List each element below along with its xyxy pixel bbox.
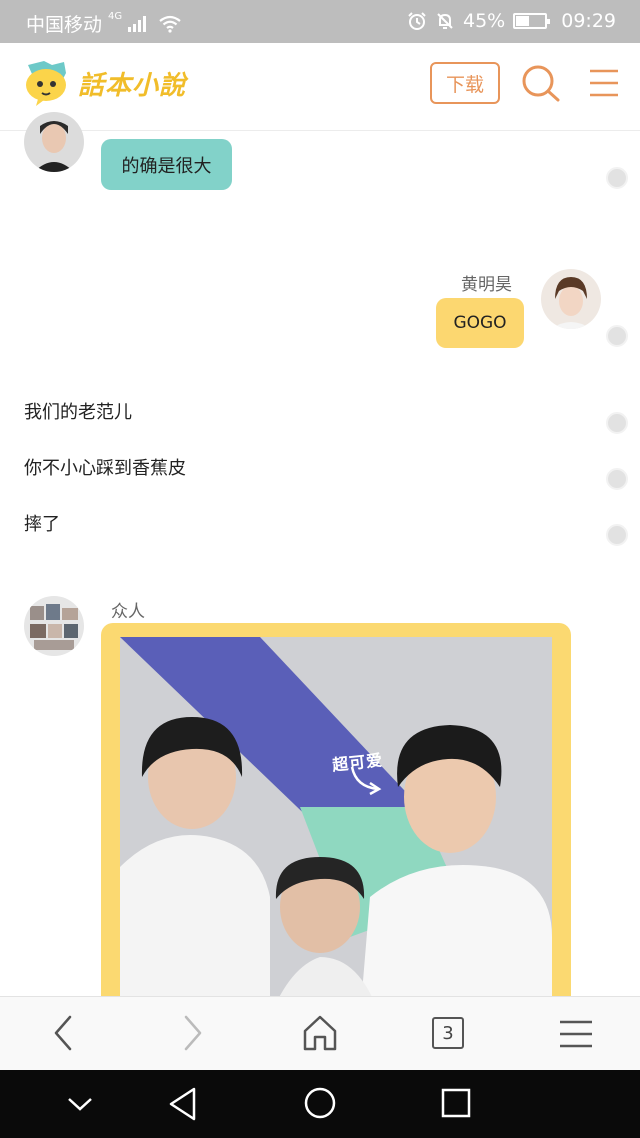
chat-bubble: GOGO: [436, 298, 524, 348]
avatar[interactable]: [24, 596, 84, 656]
mute-bell-icon: [437, 13, 453, 29]
logo[interactable]: 話本小說: [22, 59, 186, 107]
sender-name: 黄明昊: [461, 275, 512, 295]
signal-icon: [128, 15, 147, 32]
carrier-name: 中国移动: [26, 14, 103, 36]
avatar[interactable]: [24, 112, 84, 172]
clock: 09:29: [561, 10, 616, 32]
tab-count: 3: [442, 1022, 454, 1044]
comment-dot[interactable]: [606, 412, 628, 434]
narration-text: 我们的老范儿: [24, 402, 132, 423]
comment-dot[interactable]: [606, 468, 628, 490]
system-nav-bar: [0, 1070, 640, 1138]
comment-dot[interactable]: [606, 325, 628, 347]
comment-dot[interactable]: [606, 524, 628, 546]
sender-name: 众人: [111, 602, 145, 622]
logo-text: 話本小說: [78, 70, 187, 101]
nav-back-icon[interactable]: [167, 1086, 199, 1122]
back-icon[interactable]: [48, 1013, 78, 1053]
wifi-icon: [159, 15, 181, 33]
nav-recents-icon[interactable]: [440, 1086, 472, 1120]
network-type: 4G: [108, 11, 123, 22]
home-icon[interactable]: [302, 1013, 338, 1053]
narration-text: 摔了: [24, 514, 60, 535]
menu-icon[interactable]: [558, 1019, 594, 1049]
comment-dot[interactable]: [606, 167, 628, 189]
shared-image[interactable]: 超可爱: [120, 637, 552, 1017]
collapse-icon[interactable]: [66, 1094, 94, 1114]
menu-icon[interactable]: [588, 67, 620, 99]
tabs-button[interactable]: 3: [432, 1017, 464, 1049]
download-button[interactable]: 下载: [430, 62, 500, 104]
search-icon[interactable]: [521, 63, 561, 103]
forward-icon[interactable]: [178, 1013, 208, 1053]
alarm-icon: [408, 12, 426, 30]
browser-toolbar: 3: [0, 996, 640, 1070]
status-bar: 中国移动 4G 45% 09:29: [0, 0, 640, 43]
battery-percent: 45%: [463, 10, 506, 32]
narration-text: 你不小心踩到香蕉皮: [24, 458, 186, 479]
chat-bubble: 的确是很大: [101, 139, 232, 190]
logo-mascot-icon: [26, 61, 66, 106]
nav-home-icon[interactable]: [303, 1086, 337, 1120]
battery-icon: [513, 13, 551, 29]
app-header: 話本小說 下载: [0, 43, 640, 131]
avatar[interactable]: [541, 269, 601, 329]
